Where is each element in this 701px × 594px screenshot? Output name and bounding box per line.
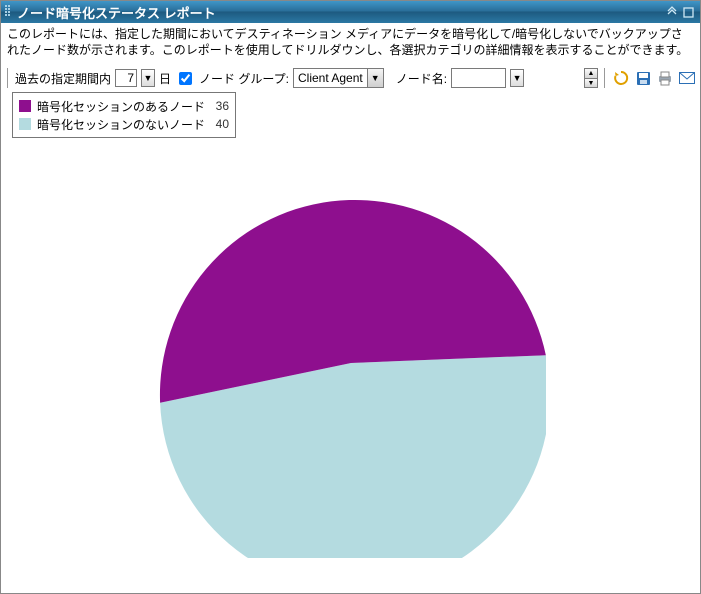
- legend-swatch: [19, 100, 31, 112]
- legend: 暗号化セッションのあるノード 36 暗号化セッションのないノード 40: [12, 92, 236, 138]
- legend-label: 暗号化セッションのあるノード: [37, 98, 205, 115]
- legend-value: 40: [211, 117, 229, 131]
- legend-item: 暗号化セッションのあるノード 36: [19, 97, 229, 115]
- legend-value: 36: [211, 99, 229, 113]
- chart-area: [0, 80, 701, 594]
- window-title: ノード暗号化ステータス レポート: [17, 3, 216, 22]
- grip-icon: [5, 5, 13, 19]
- legend-label: 暗号化セッションのないノード: [37, 116, 205, 133]
- maximize-button[interactable]: [680, 4, 696, 20]
- collapse-button[interactable]: [664, 4, 680, 20]
- spinner-up[interactable]: ▲: [585, 69, 597, 79]
- pie-chart: [156, 168, 546, 558]
- legend-item: 暗号化セッションのないノード 40: [19, 115, 229, 133]
- titlebar: ノード暗号化ステータス レポート: [1, 1, 700, 23]
- report-description: このレポートには、指定した期間においてデスティネーション メディアにデータを暗号…: [1, 23, 700, 64]
- legend-swatch: [19, 118, 31, 130]
